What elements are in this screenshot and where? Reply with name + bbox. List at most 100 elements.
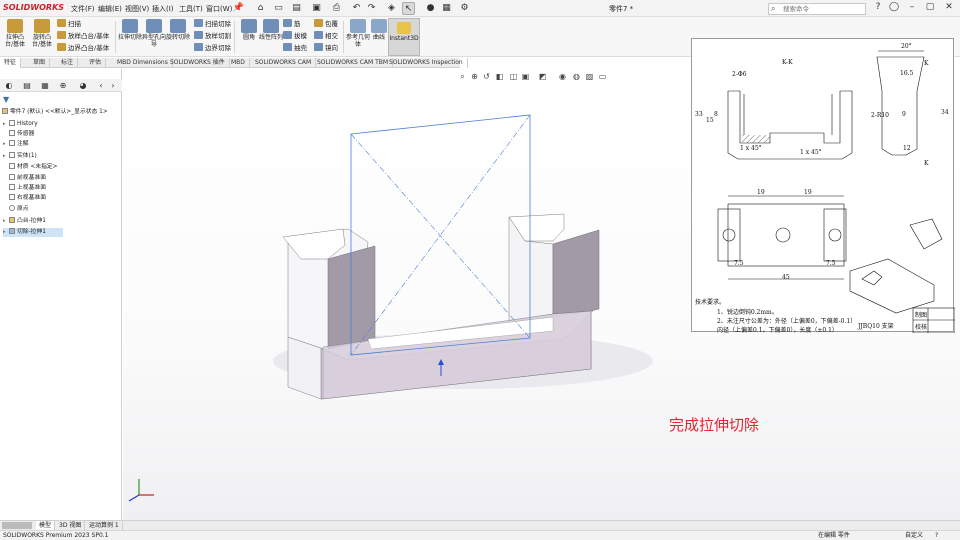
section-view-icon[interactable]: ◧ (494, 71, 505, 82)
print-icon[interactable]: ⎙ (330, 2, 343, 15)
dynamic-annotation-icon[interactable]: ◫ (508, 71, 519, 82)
tab-solidworks-cam[interactable]: SOLIDWORKS CAM (251, 58, 317, 68)
pin-icon[interactable]: 📌 (232, 2, 245, 15)
swept-cut-button[interactable]: 扫描切除 (194, 19, 231, 30)
revolved-cut-button[interactable]: 旋转切除 (165, 19, 191, 41)
linear-pattern-button[interactable]: 线性阵列 (258, 19, 284, 41)
redo-icon[interactable]: ↷ (365, 2, 378, 15)
tab-scroll-icon[interactable] (2, 522, 32, 529)
revolved-boss-button[interactable]: 旋转凸台/基体 (29, 19, 55, 48)
zoom-to-area-icon[interactable]: ⊕ (469, 71, 480, 82)
hole-wizard-button[interactable]: 异型孔向导 (141, 19, 167, 48)
instant3d-button[interactable]: Instant3D (388, 18, 420, 56)
restore-icon[interactable]: ▢ (924, 2, 936, 12)
status-help-icon[interactable]: ? (935, 531, 938, 540)
select-icon[interactable]: ↖ (402, 2, 415, 15)
sweep-button[interactable]: 扫描 (57, 19, 81, 30)
shell-button[interactable]: 抽壳 (283, 43, 307, 54)
display-style-icon[interactable]: ◩ (537, 71, 548, 82)
separator (115, 21, 116, 53)
configuration-manager-tab-icon[interactable]: ▦ (38, 80, 52, 91)
feature-manager-tab-icon[interactable]: ◐ (2, 80, 16, 91)
boundary-boss-button[interactable]: 边界凸台/基体 (57, 43, 109, 54)
tab-evaluate[interactable]: 评估 (85, 58, 107, 68)
zoom-to-fit-icon[interactable]: ⌕ (457, 71, 468, 82)
tab-sketch[interactable]: 草图 (29, 58, 51, 68)
filter-icon[interactable]: ▼ (3, 95, 9, 104)
rib-label: 筋 (294, 20, 301, 28)
search-input[interactable] (783, 4, 863, 14)
tab-markup[interactable]: 标注 (57, 58, 79, 68)
menu-view[interactable]: 视图(V) (125, 4, 149, 14)
tree-item-sensors[interactable]: 传感器 (3, 130, 34, 139)
dimension-12: 12 (903, 145, 911, 152)
display-manager-tab-icon[interactable]: ◕ (76, 80, 90, 91)
open-folder-icon[interactable]: ▤ (290, 2, 303, 15)
new-document-icon[interactable]: ▭ (272, 2, 285, 15)
user-icon[interactable]: ◯ (888, 2, 900, 12)
property-manager-tab-icon[interactable]: ▤ (20, 80, 34, 91)
menu-edit[interactable]: 编辑(E) (98, 4, 122, 14)
hide-show-items-icon[interactable]: ◉ (557, 71, 568, 82)
boundary-cut-button[interactable]: 边界切除 (194, 43, 231, 54)
extruded-cut-label: 拉伸切除 (117, 34, 142, 41)
rib-button[interactable]: 筋 (283, 19, 301, 30)
tree-item-origin[interactable]: 原点 (9, 205, 29, 214)
close-icon[interactable]: ✕ (943, 2, 955, 12)
tab-features[interactable]: 特征 (0, 58, 22, 68)
view-orientation-icon[interactable]: ▣ (520, 71, 531, 82)
tab-solidworks-inspection[interactable]: SOLIDWORKS Inspection (385, 58, 468, 68)
wrap-button[interactable]: 包覆 (314, 19, 338, 30)
cut-extrude-icon (9, 228, 15, 234)
tree-item-front-plane[interactable]: 前视基准面 (9, 174, 46, 183)
plane-icon (9, 194, 15, 200)
tab-mbd-dimensions[interactable]: MBD Dimensions (113, 58, 173, 68)
search-box[interactable]: ⌕ (768, 3, 866, 15)
view-settings-icon[interactable]: ▭ (597, 71, 608, 82)
tree-item-top-plane[interactable]: 上视基准面 (9, 184, 46, 193)
menu-tools[interactable]: 工具(T) (179, 4, 203, 14)
extruded-cut-button[interactable]: 拉伸切除 (117, 19, 143, 41)
menu-window[interactable]: 窗口(W) (206, 4, 232, 14)
tree-item-history[interactable]: ▸ History (3, 120, 38, 129)
instant3d-label: Instant3D (389, 35, 419, 42)
tree-item-boss-extrude1[interactable]: ▸ 凸台-拉伸1 (3, 217, 46, 226)
tree-item-cut-extrude1[interactable]: ▸ 切除-拉伸1 (3, 228, 63, 237)
tab-solidworks-cam-tbm[interactable]: SOLIDWORKS CAM TBM (313, 58, 394, 68)
tab-scroll-right-icon[interactable]: › (106, 80, 120, 91)
mirror-button[interactable]: 镜向 (314, 43, 338, 54)
solidworks-logo[interactable]: SOLIDWORKS (3, 3, 64, 12)
tree-item-annotations[interactable]: ▸ 注解 (3, 140, 29, 149)
sketch-diagonal-1 (350, 133, 531, 339)
extruded-boss-button[interactable]: 拉伸凸台/基体 (2, 19, 28, 48)
file-properties-icon[interactable]: ▦ (440, 2, 453, 15)
menu-insert[interactable]: 插入(I) (152, 4, 174, 14)
tree-item-solid-bodies[interactable]: ▸ 实体(1) (3, 152, 37, 161)
intersect-button[interactable]: 相交 (314, 31, 338, 42)
minimize-icon[interactable]: – (906, 2, 918, 12)
tree-root[interactable]: 零件7 (默认) <<默认>_显示状态 1> (2, 108, 108, 117)
dimxpert-tab-icon[interactable]: ⊕ (56, 80, 70, 91)
boundary-cut-label: 边界切除 (205, 44, 231, 52)
help-icon[interactable]: ? (872, 2, 884, 12)
undo-icon[interactable]: ↶ (350, 2, 363, 15)
rebuild-icon[interactable]: ◈ (385, 2, 398, 15)
save-icon[interactable]: ▣ (310, 2, 323, 15)
status-units[interactable]: 自定义 (905, 531, 923, 540)
tab-mbd[interactable]: MBD (227, 58, 250, 68)
tree-item-material[interactable]: 材质 <未指定> (9, 163, 58, 172)
home-icon[interactable]: ⌂ (254, 2, 267, 15)
loft-button[interactable]: 放样凸台/基体 (57, 31, 109, 42)
traffic-light-icon[interactable]: ● (424, 2, 437, 15)
options-gear-icon[interactable]: ⚙ (458, 2, 471, 15)
draft-button[interactable]: 拔模 (283, 31, 307, 42)
tree-item-right-plane[interactable]: 右视基准面 (9, 194, 46, 203)
menu-file[interactable]: 文件(F) (71, 4, 95, 14)
lofted-cut-button[interactable]: 放样切割 (194, 31, 231, 42)
apply-scene-icon[interactable]: ▨ (584, 71, 595, 82)
hole-circle (828, 228, 842, 242)
tab-solidworks-addins[interactable]: SOLIDWORKS 插件 (166, 58, 230, 68)
previous-view-icon[interactable]: ↺ (481, 71, 492, 82)
edit-appearance-icon[interactable]: ◍ (571, 71, 582, 82)
mirror-icon (314, 43, 323, 51)
